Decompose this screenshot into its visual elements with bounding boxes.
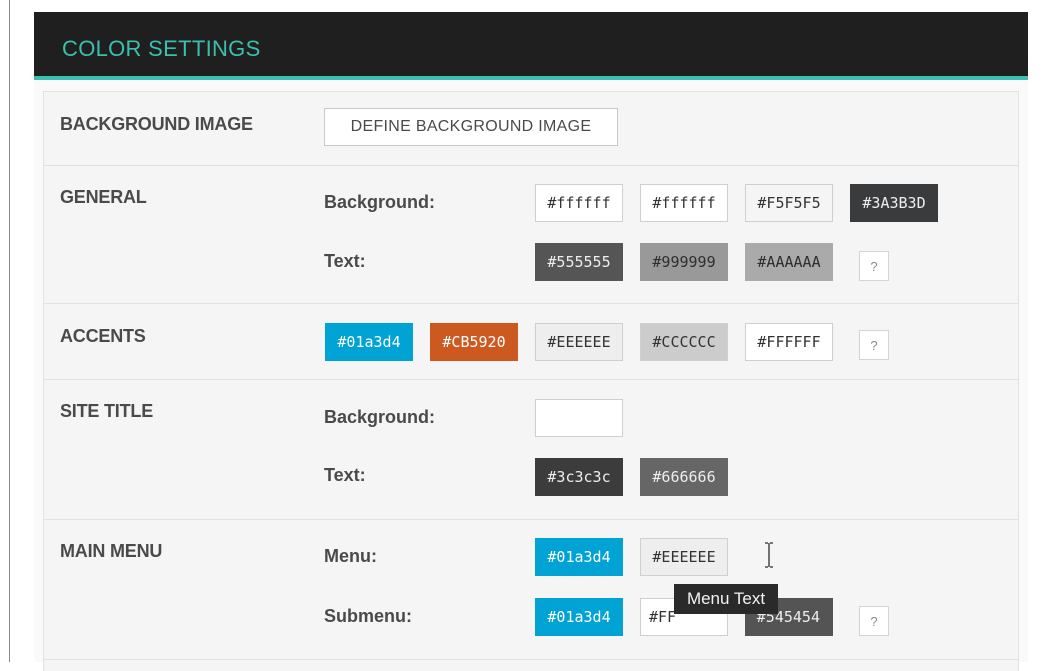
help-button[interactable]: ? xyxy=(859,606,889,636)
color-swatch[interactable]: #3c3c3c xyxy=(535,458,623,496)
help-button[interactable]: ? xyxy=(859,330,889,360)
color-swatch[interactable]: #01a3d4 xyxy=(535,538,623,576)
color-swatch[interactable]: #01a3d4 xyxy=(325,323,413,361)
section-label-main-menu: MAIN MENU xyxy=(60,541,163,561)
color-swatch[interactable]: #999999 xyxy=(640,243,728,281)
site-title-text-label: Text: xyxy=(324,465,366,485)
color-swatch[interactable]: #EEEEEE xyxy=(535,323,623,361)
accents-row: ACCENTS #01a3d4 #CB5920 #EEEEEE #CCCCCC … xyxy=(44,304,1018,380)
section-label-background-image: BACKGROUND IMAGE xyxy=(60,114,253,134)
color-swatch[interactable]: #ffffff xyxy=(535,184,623,222)
background-image-row: BACKGROUND IMAGE DEFINE BACKGROUND IMAGE xyxy=(44,92,1018,166)
section-label-general: GENERAL xyxy=(60,187,147,207)
section-label-accents: ACCENTS xyxy=(60,326,146,346)
general-row: GENERAL Background: #ffffff #ffffff #F5F… xyxy=(44,166,1018,304)
color-swatch[interactable]: #555555 xyxy=(535,243,623,281)
general-background-label: Background: xyxy=(324,192,436,212)
color-swatch[interactable]: #CCCCCC xyxy=(640,323,728,361)
color-swatch[interactable] xyxy=(535,399,623,437)
panel-title: COLOR SETTINGS xyxy=(62,36,261,61)
site-title-background-label: Background: xyxy=(324,407,436,427)
color-swatch[interactable]: #666666 xyxy=(640,458,728,496)
color-swatch[interactable]: #FFFFFF xyxy=(745,323,833,361)
tooltip: Menu Text xyxy=(674,584,778,614)
color-swatch[interactable]: #ffffff xyxy=(640,184,728,222)
panel-header: COLOR SETTINGS xyxy=(34,12,1028,80)
color-settings-panel: COLOR SETTINGS BACKGROUND IMAGE DEFINE B… xyxy=(34,12,1028,671)
text-cursor-icon xyxy=(765,542,773,568)
help-button[interactable]: ? xyxy=(859,251,889,281)
color-swatch[interactable]: #01a3d4 xyxy=(535,598,623,636)
settings-content: BACKGROUND IMAGE DEFINE BACKGROUND IMAGE… xyxy=(43,91,1019,671)
section-label-site-title: SITE TITLE xyxy=(60,401,154,421)
color-swatch[interactable]: #3A3B3D xyxy=(850,184,938,222)
main-menu-submenu-label: Submenu: xyxy=(324,606,412,626)
main-menu-row: MAIN MENU Menu: #01a3d4 #EEEEEE Submenu:… xyxy=(44,520,1018,660)
color-swatch[interactable]: #CB5920 xyxy=(430,323,518,361)
color-swatch[interactable]: #EEEEEE xyxy=(640,538,728,576)
main-menu-menu-label: Menu: xyxy=(324,546,377,566)
site-title-row: SITE TITLE Background: Text: #3c3c3c #66… xyxy=(44,380,1018,520)
general-text-label: Text: xyxy=(324,251,366,271)
left-border xyxy=(9,0,10,662)
define-background-image-button[interactable]: DEFINE BACKGROUND IMAGE xyxy=(324,108,618,146)
color-swatch[interactable]: #AAAAAA xyxy=(745,243,833,281)
color-swatch[interactable]: #F5F5F5 xyxy=(745,184,833,222)
